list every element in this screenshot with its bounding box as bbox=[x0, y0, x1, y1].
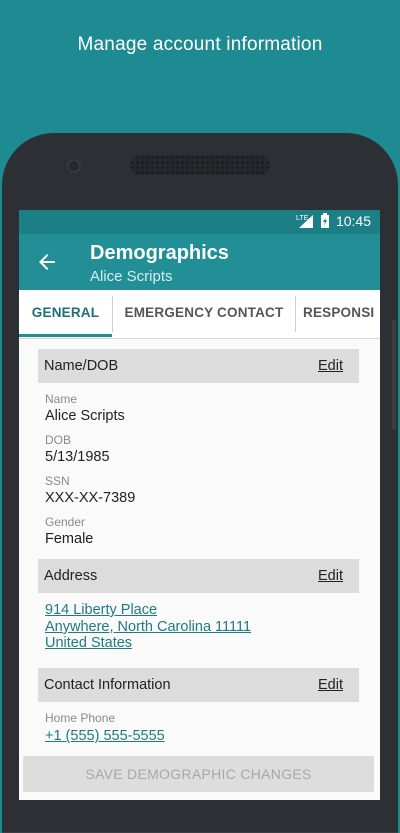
field-label-dob: DOB bbox=[45, 433, 72, 447]
section-title: Contact Information bbox=[44, 677, 171, 693]
field-value-ssn: XXX-XX-7389 bbox=[45, 490, 136, 506]
section-address-header: Address Edit bbox=[38, 559, 359, 593]
field-label-ssn: SSN bbox=[45, 474, 70, 488]
address-line-3[interactable]: United States bbox=[45, 635, 132, 651]
edit-name-dob-link[interactable]: Edit bbox=[318, 358, 343, 374]
back-arrow-icon[interactable] bbox=[35, 250, 59, 274]
speaker-grille bbox=[130, 155, 270, 175]
field-label-gender: Gender bbox=[45, 515, 86, 529]
tab-emergency-contact[interactable]: EMERGENCY CONTACT bbox=[113, 290, 295, 337]
address-line-2[interactable]: Anywhere, North Carolina 11111 bbox=[45, 619, 251, 635]
section-title: Address bbox=[44, 568, 98, 584]
camera bbox=[69, 161, 79, 171]
save-demographic-changes-button[interactable]: SAVE DEMOGRAPHIC CHANGES bbox=[23, 756, 374, 792]
tab-divider bbox=[295, 296, 296, 332]
status-bar: LTE 10:45 bbox=[19, 210, 380, 234]
field-value-gender: Female bbox=[45, 531, 94, 547]
field-label-name: Name bbox=[45, 392, 78, 406]
battery-icon bbox=[320, 213, 329, 228]
field-value-dob: 5/13/1985 bbox=[45, 449, 110, 465]
tab-general[interactable]: GENERAL bbox=[19, 290, 112, 337]
content-area: Name/DOB Edit Name Alice Scripts DOB 5/1… bbox=[19, 339, 380, 800]
home-phone-link[interactable]: +1 (555) 555-5555 bbox=[45, 728, 165, 744]
phone-screen: LTE 10:45 Demographics Alice Scripts GEN… bbox=[19, 210, 380, 800]
phone-side-button bbox=[392, 320, 396, 430]
caption: Manage account information bbox=[77, 34, 323, 55]
app-bar: Demographics Alice Scripts bbox=[19, 234, 380, 290]
section-contact-header: Contact Information Edit bbox=[38, 668, 359, 702]
status-icons: LTE 10:45 bbox=[296, 213, 371, 229]
section-name-dob-header: Name/DOB Edit bbox=[38, 349, 359, 383]
tab-responsible[interactable]: RESPONSI bbox=[303, 290, 380, 337]
field-value-name: Alice Scripts bbox=[45, 408, 125, 424]
address-line-1[interactable]: 914 Liberty Place bbox=[45, 602, 157, 618]
status-time: 10:45 bbox=[335, 213, 371, 229]
field-label-home-phone: Home Phone bbox=[45, 711, 116, 725]
page-title: Demographics bbox=[90, 242, 229, 264]
edit-contact-link[interactable]: Edit bbox=[318, 677, 343, 693]
signal-icon: LTE bbox=[296, 215, 313, 228]
edit-address-link[interactable]: Edit bbox=[318, 568, 343, 584]
page-subtitle: Alice Scripts bbox=[90, 268, 173, 285]
tab-bar: GENERAL EMERGENCY CONTACT RESPONSI bbox=[19, 290, 380, 339]
section-title: Name/DOB bbox=[44, 358, 119, 374]
